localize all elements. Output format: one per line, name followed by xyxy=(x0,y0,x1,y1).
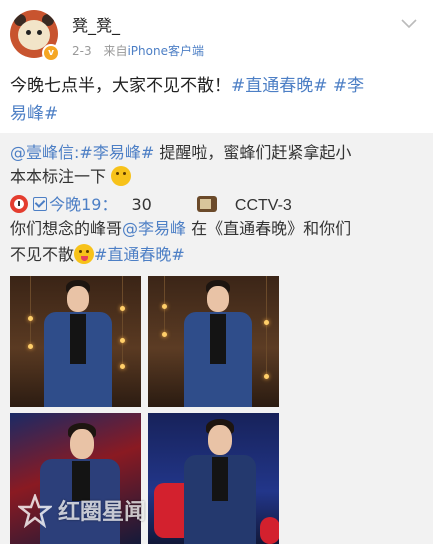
topic-link[interactable]: #直通春晚# xyxy=(231,76,328,96)
username[interactable]: 凳_凳_ xyxy=(72,12,120,36)
light-string xyxy=(266,276,267,376)
post-text: 今晚七点半，大家不见不散！ xyxy=(10,76,231,96)
person-shirt xyxy=(70,314,86,364)
mention-link[interactable]: @壹峰信 xyxy=(10,143,74,162)
red-chair xyxy=(260,517,279,544)
grinning-tongue-emoji xyxy=(74,244,95,264)
repost-text: 在《直通春晚》和你们 xyxy=(186,219,352,238)
time-minutes: 30 xyxy=(131,195,152,214)
repost-text: 提醒啦，蜜蜂们赶紧拿起小 xyxy=(154,143,352,162)
client-name[interactable]: iPhone xyxy=(127,44,168,58)
repost-line-1: @壹峰信:#李易峰# 提醒啦，蜜蜂们赶紧拿起小 xyxy=(10,141,425,165)
client-suffix[interactable]: 客户端 xyxy=(168,44,204,58)
time-label[interactable]: 今晚19： xyxy=(49,195,117,214)
photo-1[interactable] xyxy=(10,276,141,407)
light-bulb xyxy=(264,320,269,325)
topic-link[interactable]: #直通春晚# xyxy=(94,245,185,264)
light-bulb xyxy=(28,344,33,349)
alarm-clock-icon xyxy=(10,195,28,213)
light-bulb xyxy=(120,306,125,311)
photo-2[interactable] xyxy=(148,276,279,407)
emoji-tongue xyxy=(81,256,89,261)
channel-label: CCTV-3 xyxy=(234,197,292,214)
repost-line-5: 不见不散 #直通春晚# xyxy=(10,243,425,267)
person-head xyxy=(208,425,232,455)
repost-line-2: 本本标注一下 xyxy=(10,165,425,189)
topic-link[interactable]: #李易峰# xyxy=(79,143,154,162)
light-bulb xyxy=(162,332,167,337)
client-prefix: 来自 xyxy=(103,44,128,58)
smiling-emoji xyxy=(111,166,132,186)
person-shirt xyxy=(210,314,226,364)
star-logo-icon xyxy=(18,494,52,528)
avatar-eye xyxy=(37,30,42,35)
repost-line-4: 你们想念的峰哥@李易峰 在《直通春晚》和你们 xyxy=(10,217,425,241)
person-head xyxy=(70,429,94,459)
repost-line-3: 今晚19： 30 CCTV-3 xyxy=(10,193,425,218)
watermark-text: 红圈星闻 xyxy=(58,500,147,525)
post-meta: 2-3 来自iPhone客户端 xyxy=(72,42,204,59)
verified-badge-icon: v xyxy=(42,44,60,62)
light-bulb xyxy=(264,374,269,379)
person-head xyxy=(207,286,229,312)
post-body: 今晚七点半，大家不见不散！#直通春晚# #李 易峰# xyxy=(10,72,425,128)
chevron-down-icon[interactable] xyxy=(400,14,418,32)
person-head xyxy=(67,286,89,312)
light-bulb xyxy=(120,364,125,369)
tv-icon xyxy=(196,196,217,212)
post-date: 2-3 xyxy=(72,44,92,58)
repost-text: 本本标注一下 xyxy=(10,167,107,186)
repost-text: 不见不散 xyxy=(10,245,75,264)
checkbox-icon xyxy=(33,197,48,211)
light-bulb xyxy=(120,338,125,343)
watermark: 红圈星闻 xyxy=(18,490,168,536)
avatar-eye xyxy=(26,30,31,35)
light-bulb xyxy=(28,316,33,321)
topic-link[interactable]: 易峰# xyxy=(10,104,58,124)
mention-link[interactable]: @李易峰 xyxy=(122,219,186,238)
light-string xyxy=(122,276,123,366)
light-bulb xyxy=(162,304,167,309)
repost-text: 你们想念的峰哥 xyxy=(10,219,123,238)
post-header: v 凳_凳_ 2-3 来自iPhone客户端 xyxy=(0,0,433,64)
light-string xyxy=(30,276,31,346)
topic-link[interactable]: #李 xyxy=(333,76,364,96)
person-shirt xyxy=(212,457,228,501)
meta-sep xyxy=(96,44,100,58)
